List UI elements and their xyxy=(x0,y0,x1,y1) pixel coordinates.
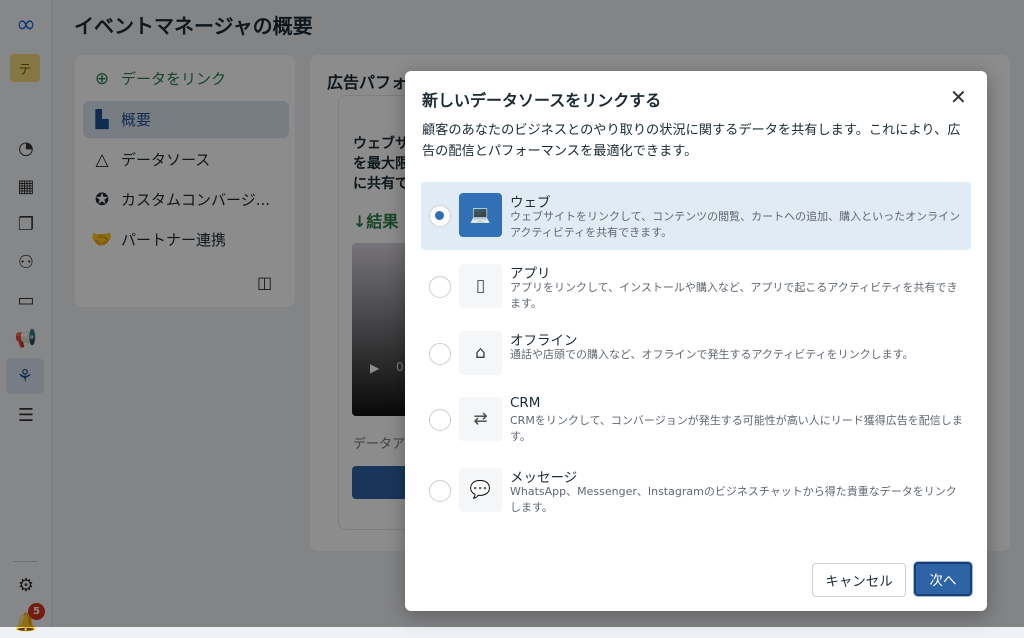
option-app[interactable]: ▯ アプリ アプリをリンクして、インストールや購入など、アプリで起こるアクティビ… xyxy=(421,253,971,321)
radio-crm[interactable] xyxy=(429,409,451,431)
radio-offline[interactable] xyxy=(429,343,451,365)
link-data-source-dialog: 新しいデータソースをリンクする ✕ 顧客のあなたのビジネスとのやり取りの状況に関… xyxy=(405,71,987,611)
option-label: CRM xyxy=(510,395,541,411)
option-description: CRMをリンクして、コンバージョンが発生する可能性が高い人にリード獲得広告を配信… xyxy=(510,414,963,443)
chat-icon: 💬 xyxy=(459,468,502,512)
option-description: アプリをリンクして、インストールや購入など、アプリで起こるアクティビティを共有で… xyxy=(510,281,958,310)
store-icon: ⌂ xyxy=(459,331,502,375)
option-label: ウェブ xyxy=(510,195,551,211)
option-description: WhatsApp、Messenger、Instagramのビジネスチャットから得… xyxy=(510,485,957,514)
phone-icon: ▯ xyxy=(459,264,502,308)
option-description: 通話や店頭での購入など、オフラインで発生するアクティビティをリンクします。 xyxy=(510,348,914,361)
cancel-button[interactable]: キャンセル xyxy=(812,563,906,597)
laptop-icon: 💻 xyxy=(459,193,502,237)
dialog-description: 顧客のあなたのビジネスとのやり取りの状況に関するデータを共有します。これにより、… xyxy=(422,123,961,159)
option-label: オフライン xyxy=(510,333,578,349)
option-label: メッセージ xyxy=(510,470,578,486)
option-offline[interactable]: ⌂ オフライン 通話や店頭での購入など、オフラインで発生するアクティビティをリン… xyxy=(421,320,971,388)
radio-app[interactable] xyxy=(429,276,451,298)
close-icon[interactable]: ✕ xyxy=(950,85,967,109)
option-description: ウェブサイトをリンクして、コンテンツの閲覧、カートへの追加、購入といったオンライ… xyxy=(510,210,961,239)
dialog-title: 新しいデータソースをリンクする xyxy=(422,91,662,110)
crm-icon: ⇄ xyxy=(459,397,502,441)
option-crm[interactable]: ⇄ CRM CRMをリンクして、コンバージョンが発生する可能性が高い人にリード獲… xyxy=(421,386,971,454)
next-button[interactable]: 次へ xyxy=(914,562,972,596)
option-web[interactable]: 💻 ウェブ ウェブサイトをリンクして、コンテンツの閲覧、カートへの追加、購入とい… xyxy=(421,182,971,250)
option-label: アプリ xyxy=(510,266,551,282)
radio-web[interactable] xyxy=(429,205,451,227)
radio-messages[interactable] xyxy=(429,480,451,502)
option-messages[interactable]: 💬 メッセージ WhatsApp、Messenger、Instagramのビジネ… xyxy=(421,457,971,525)
